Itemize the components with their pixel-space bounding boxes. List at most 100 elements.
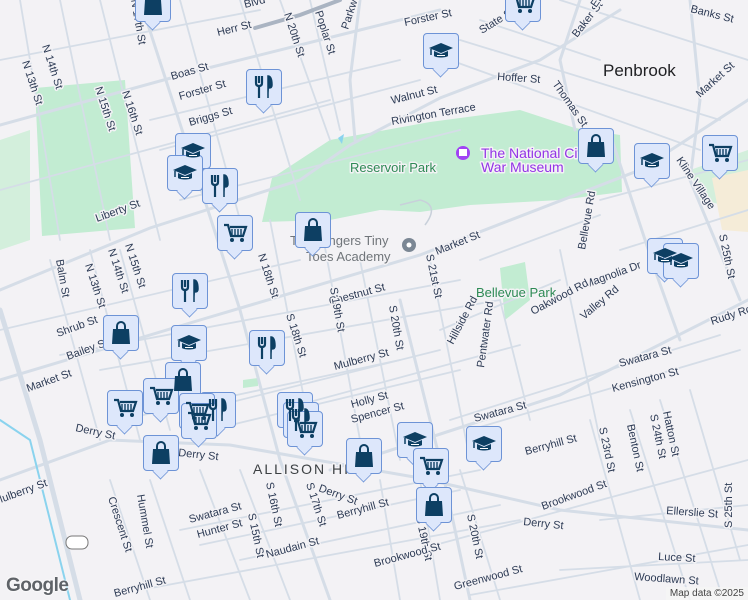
map-label: S 23rd St (596, 426, 617, 473)
map-label: Luce St (658, 551, 696, 565)
map-label: Penbrook (603, 61, 676, 80)
grocery-marker[interactable] (505, 0, 541, 22)
shopping-bag-icon (140, 0, 166, 17)
map-label: Forster St (403, 7, 453, 29)
shopping-bag-icon (583, 133, 609, 159)
restaurant-marker[interactable] (246, 69, 282, 105)
map-label: N 13th St (19, 59, 45, 106)
map-base: Herr St N 20th St Poplar StParkway Forster … (0, 0, 748, 600)
school-marker[interactable] (167, 155, 203, 191)
map-label: Reservoir Park (350, 160, 436, 175)
map-label: Market St (434, 229, 482, 258)
map-label: Ellerslie St (666, 505, 719, 521)
map-label: Boas St (170, 61, 210, 83)
school-marker[interactable] (171, 325, 207, 361)
shopping-cart-icon (707, 140, 733, 166)
map-label: N 20th St (281, 11, 307, 58)
map-label: Crescent St (105, 495, 134, 553)
graduation-cap-icon (668, 248, 694, 274)
map-label: Toes Academy (306, 249, 391, 264)
map-attribution[interactable]: Map data ©2025 (665, 587, 748, 600)
school-marker[interactable] (466, 426, 502, 462)
graduation-cap-icon (639, 148, 665, 174)
map-label: War Museum (481, 159, 564, 175)
shopping-marker[interactable] (295, 212, 331, 248)
school-marker[interactable] (423, 33, 459, 69)
map-label: S 25th St (723, 483, 735, 528)
shopping-marker[interactable] (143, 435, 179, 471)
restaurant-marker[interactable] (202, 168, 238, 204)
shopping-cart-icon (418, 453, 444, 479)
shopping-cart-icon (186, 408, 212, 434)
shopping-bag-icon (300, 217, 326, 243)
graduation-cap-icon (176, 330, 202, 356)
shopping-cart-icon (292, 416, 318, 442)
grocery-marker[interactable] (143, 378, 179, 414)
map-label: Derry St (523, 516, 564, 532)
shopping-marker[interactable] (135, 0, 171, 22)
fork-knife-icon (207, 173, 233, 199)
graduation-cap-icon (471, 431, 497, 457)
fork-knife-icon (177, 278, 203, 304)
grocery-marker[interactable] (107, 390, 143, 426)
shopping-bag-icon (148, 440, 174, 466)
map-label: Bellevue Rd (576, 190, 598, 251)
shopping-marker[interactable] (578, 128, 614, 164)
shopping-bag-icon (351, 443, 377, 469)
map-label: Hoffer St (497, 71, 541, 86)
map-label: S 18th St (283, 312, 308, 359)
map-label: S 16th St (263, 481, 284, 528)
map-label: Poplar St (312, 9, 337, 56)
map-label: Derry St (178, 447, 219, 463)
grocery-marker[interactable] (287, 411, 323, 447)
map-label: Rudy Rd (709, 303, 748, 328)
graduation-cap-icon (428, 38, 454, 64)
map-label: Hillside Rd (445, 294, 480, 346)
map-label: Blvd (243, 0, 267, 11)
shopping-cart-icon (222, 220, 248, 246)
shopping-marker[interactable] (346, 438, 382, 474)
map-label: N 14th St (39, 43, 65, 90)
shopping-bag-icon (421, 492, 447, 518)
graduation-cap-icon (402, 427, 428, 453)
grocery-marker[interactable] (413, 448, 449, 484)
map-label: Swatara St (618, 344, 673, 370)
map-label: Shrub St (55, 314, 99, 340)
grocery-marker[interactable] (217, 215, 253, 251)
map-label: Woodlawn St (634, 571, 699, 587)
map-label: Market St (694, 60, 737, 100)
fork-knife-icon (254, 335, 280, 361)
map-label: Mulberry St (0, 477, 49, 508)
shopping-cart-icon (148, 383, 174, 409)
map-label: Naudain St (265, 535, 321, 561)
shopping-bag-icon (108, 320, 134, 346)
map-label: S 25th St (716, 233, 737, 280)
map-canvas[interactable]: Herr St N 20th St Poplar St Parkway Forster … (0, 0, 748, 600)
fork-knife-icon (251, 74, 277, 100)
grocery-marker[interactable] (181, 403, 217, 439)
restaurant-marker[interactable] (172, 273, 208, 309)
school-place-pin[interactable] (402, 238, 416, 252)
map-label: Pentwater Rd (475, 301, 496, 369)
map-label: N 13th St (82, 262, 108, 309)
map-label: S 21st St (423, 253, 444, 299)
map-label: Hummel St (134, 493, 155, 549)
map-label: Kensington St (611, 366, 680, 395)
graduation-cap-icon (172, 160, 198, 186)
route-230-shield (65, 535, 89, 550)
restaurant-marker[interactable] (249, 330, 285, 366)
map-label: Berryhill St (524, 433, 578, 458)
shopping-cart-icon (510, 0, 536, 17)
museum-pin[interactable] (456, 146, 470, 160)
shopping-cart-icon (112, 395, 138, 421)
school-marker[interactable] (663, 243, 699, 279)
shopping-marker[interactable] (103, 315, 139, 351)
school-marker[interactable] (634, 143, 670, 179)
grocery-marker[interactable] (702, 135, 738, 171)
map-label: Derry St (317, 483, 359, 508)
google-logo: Google (6, 575, 69, 596)
map-label: Banks St (689, 3, 735, 25)
shopping-marker[interactable] (416, 487, 452, 523)
map-label: Berryhill St (113, 575, 167, 600)
map-label: Herr St (216, 19, 253, 39)
